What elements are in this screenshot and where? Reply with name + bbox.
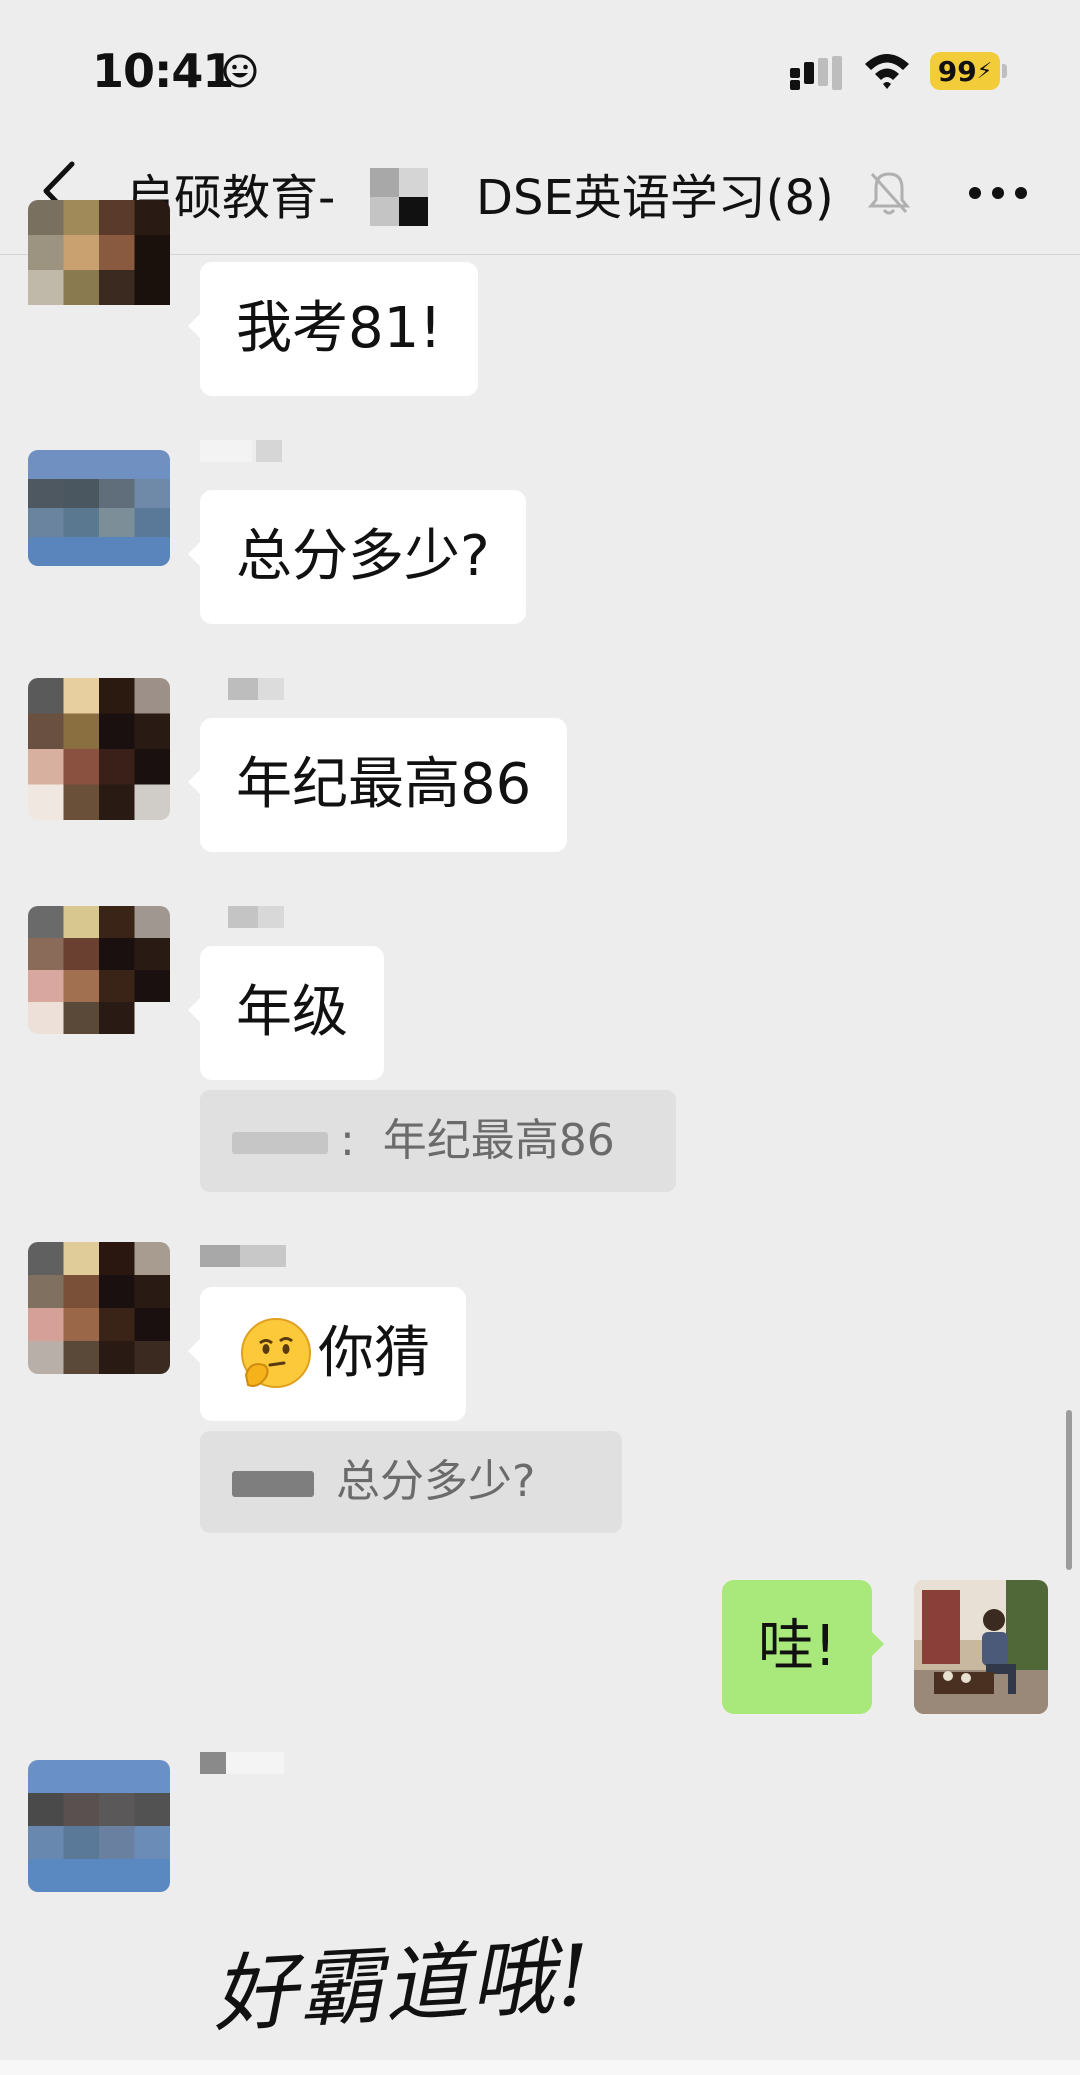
sender-name-blur: [200, 440, 282, 462]
scrollbar[interactable]: [1066, 1410, 1072, 1570]
status-time: 10:41: [92, 44, 234, 98]
smiley-icon: [223, 54, 257, 88]
avatar[interactable]: [28, 678, 170, 820]
avatar[interactable]: [28, 906, 170, 1034]
more-dots-icon[interactable]: [968, 186, 1028, 200]
avatar[interactable]: [28, 1760, 170, 1892]
message-bubble[interactable]: 你猜: [188, 1287, 466, 1421]
avatar[interactable]: [28, 1242, 170, 1374]
message-bubble[interactable]: 总分多少?: [188, 490, 526, 624]
title-redacted-blur: [370, 168, 428, 226]
message-bubble[interactable]: 年纪最高86: [187, 718, 568, 852]
chat-title-suffix: DSE英语学习(8): [476, 170, 834, 226]
thinking-face-hand-emoji: [241, 1317, 311, 1388]
battery-indicator: 99 ⚡: [930, 52, 1008, 90]
sender-name-blur: [200, 1245, 286, 1267]
my-avatar[interactable]: [914, 1580, 1048, 1714]
message-bubble[interactable]: 年级: [188, 946, 384, 1080]
my-message-bubble[interactable]: 哇!: [722, 1580, 885, 1714]
quote-text: 年纪最高86: [382, 1115, 615, 1166]
sender-name-blur: [200, 1752, 284, 1774]
quote-sender-blur: [232, 1471, 314, 1497]
quoted-message[interactable]: 总分多少?: [200, 1431, 622, 1533]
message-text: 你猜: [318, 1321, 430, 1386]
quoted-message[interactable]: : 年纪最高86: [200, 1090, 676, 1192]
message-bubble[interactable]: 我考81!: [188, 262, 478, 396]
text-sticker[interactable]: 好霸道哦!: [209, 1908, 595, 2049]
quote-text: 总分多少?: [336, 1456, 536, 1507]
sender-name-blur: [228, 906, 284, 928]
input-bar-edge: [0, 2060, 1080, 2075]
quote-sender-blur: [232, 1132, 328, 1154]
signal-icon: [790, 56, 842, 90]
wifi-icon: [865, 54, 909, 89]
sender-name-blur: [228, 678, 284, 700]
avatar[interactable]: [28, 450, 170, 566]
battery-level: 99: [937, 54, 977, 88]
mute-bell-icon: [868, 172, 910, 215]
avatar[interactable]: [28, 200, 170, 340]
